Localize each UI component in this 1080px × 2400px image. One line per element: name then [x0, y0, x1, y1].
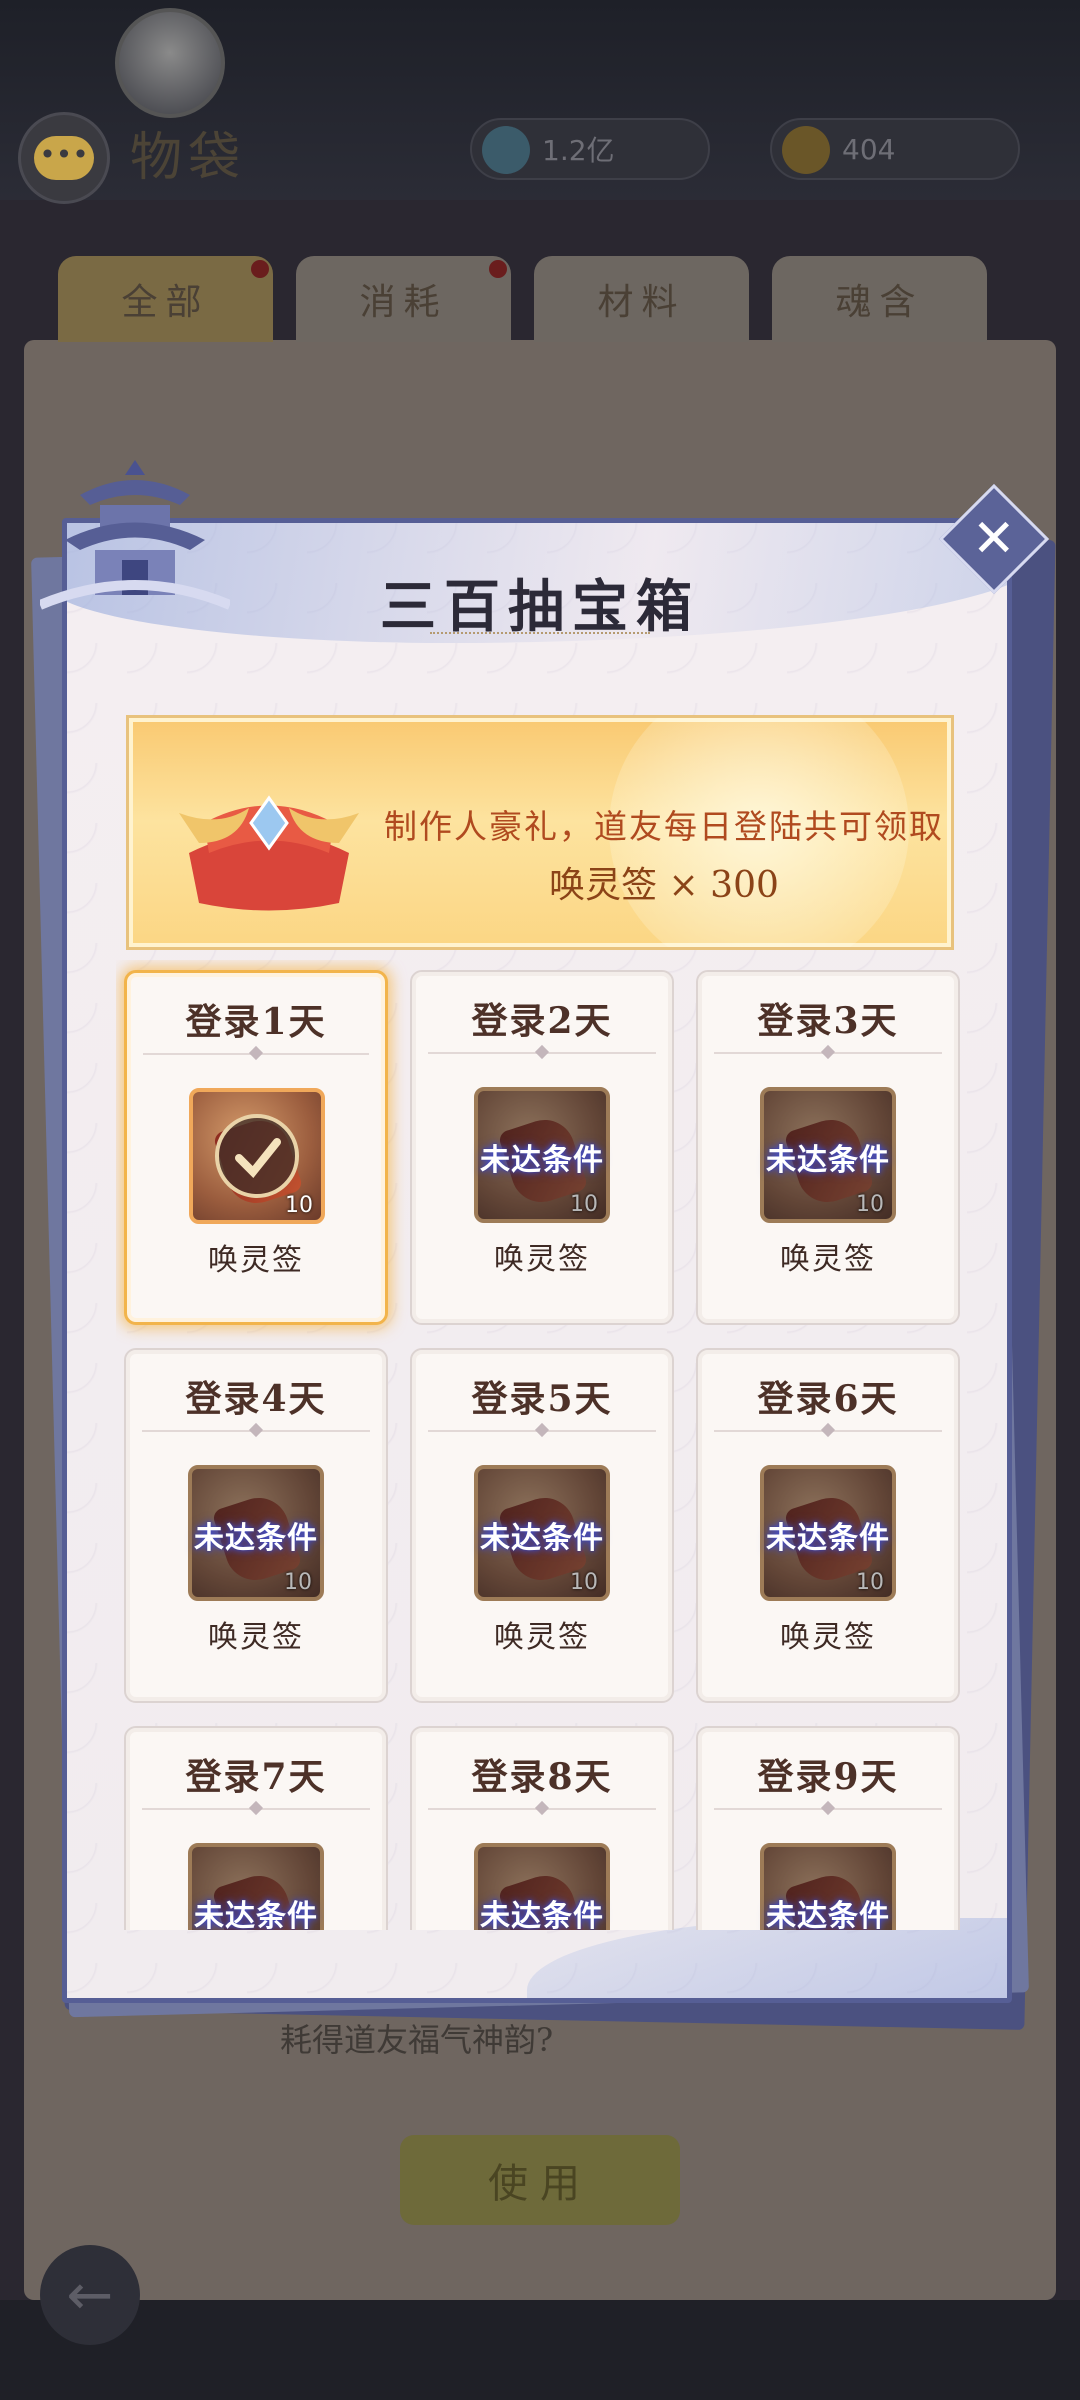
daily-reward-grid: 登录1天 10 唤灵签 登录2天 10 未达条件 唤灵签 登录3天 10 未达条件 唤灵签 登录4天 1…	[116, 960, 976, 1930]
chat-button[interactable]	[18, 112, 110, 204]
day-title: 登录6天	[757, 1378, 899, 1420]
day-title: 登录4天	[185, 1378, 327, 1420]
close-icon: ✕	[972, 508, 1016, 569]
item-name: 唤灵签	[208, 1243, 304, 1278]
item-name: 唤灵签	[780, 1242, 876, 1277]
claimed-check-icon	[215, 1114, 299, 1198]
item-count: 10	[284, 1570, 312, 1595]
tab-all[interactable]: 全部	[58, 256, 273, 342]
card-divider	[428, 1808, 656, 1810]
card-divider	[428, 1430, 656, 1432]
summon-ticket-icon: 10	[189, 1088, 325, 1224]
treasure-chest-icon	[179, 795, 359, 911]
day-title: 登录5天	[471, 1378, 613, 1420]
card-divider	[428, 1052, 656, 1054]
card-divider	[714, 1430, 942, 1432]
chat-bubble-icon	[34, 136, 94, 180]
lightning-icon	[782, 126, 830, 174]
currency-crystal[interactable]: 1.2亿	[470, 118, 710, 180]
title-divider	[430, 632, 650, 638]
currency-crystal-value: 1.2亿	[542, 134, 615, 167]
modal-title: 三百抽宝箱	[380, 574, 700, 640]
item-description: 耗得道友福气神韵?	[280, 2021, 554, 2059]
day-reward-card[interactable]: 登录3天 10 未达条件唤灵签	[696, 970, 960, 1325]
locked-status-label: 未达条件	[766, 1143, 890, 1178]
card-divider	[142, 1808, 370, 1810]
item-count: 10	[856, 1570, 884, 1595]
day-reward-card[interactable]: 登录9天10未达条件唤灵签	[696, 1726, 960, 1930]
item-name: 唤灵签	[494, 1620, 590, 1655]
day-title: 登录1天	[185, 1001, 327, 1043]
day-title: 登录8天	[471, 1756, 613, 1798]
crystal-icon	[482, 126, 530, 174]
day-reward-card[interactable]: 登录8天10未达条件唤灵签	[410, 1726, 674, 1930]
locked-status-label: 未达条件	[766, 1899, 890, 1930]
locked-status-label: 未达条件	[766, 1521, 890, 1556]
currency-stamina-value: 404	[842, 132, 896, 166]
item-count: 10	[570, 1192, 598, 1217]
item-name: 唤灵签	[780, 1620, 876, 1655]
day-title: 登录2天	[471, 1000, 613, 1042]
card-divider	[142, 1430, 370, 1432]
day-reward-card[interactable]: 登录5天 10 未达条件唤灵签	[410, 1348, 674, 1703]
card-divider	[714, 1808, 942, 1810]
notification-dot	[489, 260, 507, 278]
locked-status-label: 未达条件	[480, 1899, 604, 1930]
banner-reward-total: 唤灵签 × 300	[549, 865, 779, 906]
bottom-bar	[0, 2300, 1080, 2400]
item-count: 10	[856, 1192, 884, 1217]
back-button[interactable]: ←	[40, 2245, 140, 2345]
card-divider	[714, 1052, 942, 1054]
day-reward-card[interactable]: 登录4天 10 未达条件唤灵签	[124, 1348, 388, 1703]
day-reward-card[interactable]: 登录1天 10 唤灵签	[124, 970, 388, 1325]
day-reward-card[interactable]: 登录7天10未达条件唤灵签	[124, 1726, 388, 1930]
day-title: 登录9天	[757, 1756, 899, 1798]
day-reward-card[interactable]: 登录6天 10 未达条件唤灵签	[696, 1348, 960, 1703]
currency-stamina[interactable]: 404	[770, 118, 1020, 180]
item-name: 唤灵签	[208, 1620, 304, 1655]
notification-dot	[251, 260, 269, 278]
day-reward-card[interactable]: 登录2天 10 未达条件唤灵签	[410, 970, 674, 1325]
locked-status-label: 未达条件	[194, 1899, 318, 1930]
locked-status-label: 未达条件	[480, 1521, 604, 1556]
tab-consumables[interactable]: 消耗	[296, 256, 511, 342]
inventory-title: 物袋	[130, 128, 247, 188]
use-button[interactable]: 使用	[400, 2135, 680, 2225]
locked-status-label: 未达条件	[194, 1521, 318, 1556]
card-divider	[143, 1053, 369, 1055]
reward-banner: 制作人豪礼，道友每日登陆共可领取 唤灵签 × 300	[126, 715, 954, 950]
item-count: 10	[285, 1193, 313, 1218]
day-title: 登录3天	[757, 1000, 899, 1042]
locked-status-label: 未达条件	[480, 1143, 604, 1178]
back-arrow-icon: ←	[66, 2262, 114, 2328]
day-title: 登录7天	[185, 1756, 327, 1798]
tab-materials[interactable]: 材料	[534, 256, 749, 342]
banner-description: 制作人豪礼，道友每日登陆共可领取	[384, 807, 944, 846]
player-avatar[interactable]	[115, 8, 225, 118]
item-count: 10	[570, 1570, 598, 1595]
item-name: 唤灵签	[494, 1242, 590, 1277]
tab-souls[interactable]: 魂含	[772, 256, 987, 342]
